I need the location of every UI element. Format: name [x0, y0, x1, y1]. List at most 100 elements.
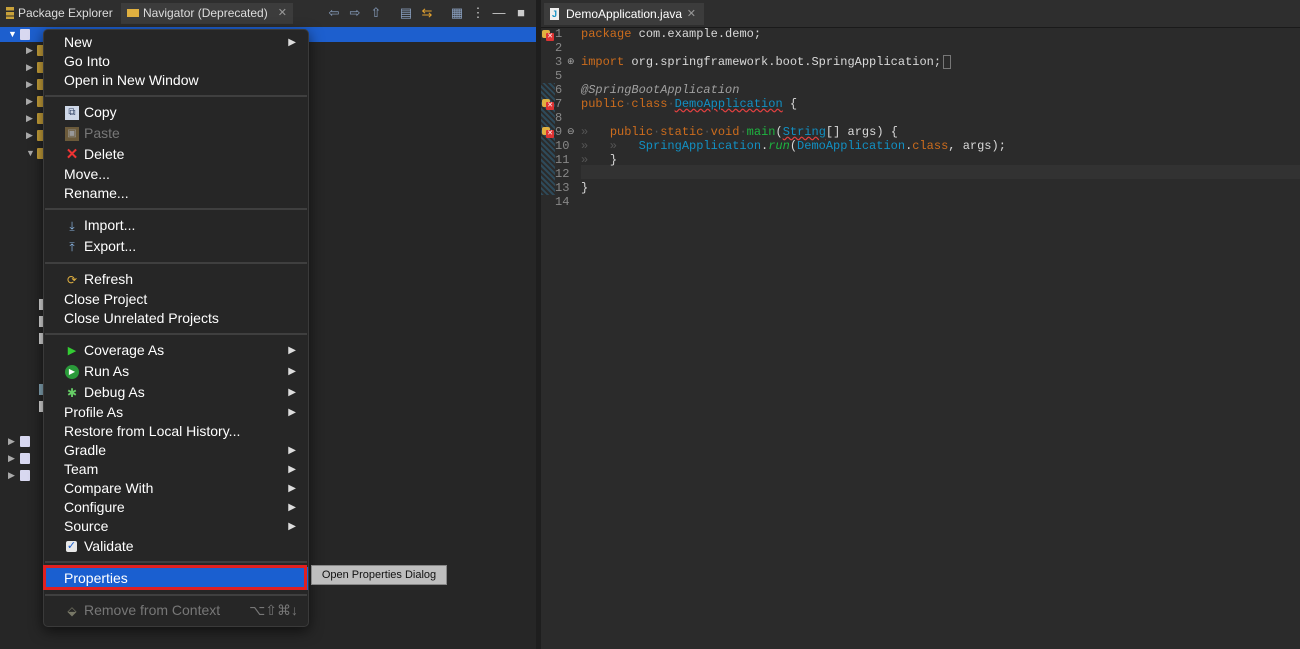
shortcut-label: ⌥⇧⌘↓: [249, 602, 298, 618]
context-menu: New ▶ Go Into Open in New Window ⧉ Copy ▣ P…: [43, 29, 309, 627]
close-icon[interactable]: ✕: [687, 3, 696, 25]
menu-label: Delete: [84, 146, 125, 162]
collapsed-arrow-icon[interactable]: ▶: [26, 113, 33, 124]
link-editor-icon[interactable]: ⇆: [419, 5, 435, 21]
code-token: static: [660, 125, 704, 139]
collapsed-arrow-icon[interactable]: ▶: [8, 470, 15, 481]
menu-item-open-new-window[interactable]: Open in New Window: [44, 71, 308, 90]
menu-item-go-into[interactable]: Go Into: [44, 52, 308, 71]
collapsed-arrow-icon[interactable]: ▶: [26, 130, 33, 141]
menu-label: Copy: [84, 104, 117, 120]
menu-item-close-unrelated[interactable]: Close Unrelated Projects: [44, 309, 308, 328]
line-number: 2: [555, 41, 563, 55]
minimize-icon[interactable]: —: [491, 5, 507, 21]
collapsed-arrow-icon[interactable]: ▶: [26, 45, 33, 56]
submenu-arrow-icon: ▶: [288, 445, 296, 456]
menu-item-close-project[interactable]: Close Project: [44, 290, 308, 309]
menu-item-gradle[interactable]: Gradle ▶: [44, 441, 308, 460]
error-marker-icon[interactable]: ✕: [542, 30, 554, 41]
error-marker-icon[interactable]: ✕: [542, 99, 554, 110]
menu-item-validate[interactable]: ✓ Validate: [44, 537, 308, 556]
menu-item-compare-with[interactable]: Compare With ▶: [44, 479, 308, 498]
filter-icon[interactable]: ▦: [449, 5, 465, 21]
menu-item-move[interactable]: Move...: [44, 165, 308, 184]
code-token: class: [631, 97, 668, 111]
tab-navigator[interactable]: Navigator (Deprecated) ✕: [121, 3, 293, 24]
menu-item-delete[interactable]: ✕ Delete: [44, 145, 308, 164]
menu-label: New: [64, 34, 93, 50]
submenu-arrow-icon: ▶: [288, 464, 296, 475]
expand-arrow-icon[interactable]: ▼: [8, 29, 17, 39]
collapsed-arrow-icon[interactable]: ▶: [26, 79, 33, 90]
menu-item-refresh[interactable]: ⟳ Refresh: [44, 270, 308, 289]
code-token: class: [912, 139, 949, 153]
menu-item-coverage-as[interactable]: ▶ Coverage As ▶: [44, 341, 308, 360]
menu-item-configure[interactable]: Configure ▶: [44, 498, 308, 517]
fold-icon[interactable]: ⊖: [567, 126, 575, 137]
menu-separator: [45, 208, 307, 210]
back-arrow-icon[interactable]: ⇦: [326, 5, 342, 21]
coverage-icon: ▶: [67, 345, 77, 357]
debug-icon: ✱: [66, 386, 78, 400]
tab-demoapplication-java[interactable]: J DemoApplication.java ✕: [544, 3, 704, 25]
menu-label: Configure: [64, 499, 125, 515]
maximize-icon[interactable]: ■: [513, 5, 529, 21]
package-explorer-icon: [6, 6, 14, 19]
menu-label: Open in New Window: [64, 72, 199, 88]
menu-label: Debug As: [84, 384, 145, 400]
menu-item-profile-as[interactable]: Profile As ▶: [44, 403, 308, 422]
line-number: 8: [555, 111, 563, 125]
menu-label: Compare With: [64, 480, 154, 496]
expanded-arrow-icon[interactable]: ▼: [26, 148, 35, 158]
menu-item-import[interactable]: ⤓ Import...: [44, 216, 308, 235]
up-icon[interactable]: ⇧: [368, 5, 384, 21]
collapsed-arrow-icon[interactable]: ▶: [8, 453, 15, 464]
line-number: 6: [555, 83, 563, 97]
java-editor[interactable]: J DemoApplication.java ✕ ✕ ✕ ✕ 1 2 3 ⊕ 5…: [541, 0, 1300, 649]
project-icon: [20, 29, 30, 40]
remove-context-icon: ⬙: [67, 604, 77, 618]
collapsed-arrow-icon[interactable]: ▶: [8, 436, 15, 447]
fold-icon[interactable]: ⊕: [567, 56, 575, 67]
close-icon[interactable]: ✕: [278, 3, 287, 24]
menu-item-team[interactable]: Team ▶: [44, 460, 308, 479]
forward-arrow-icon[interactable]: ⇨: [347, 5, 363, 21]
folded-marker[interactable]: [943, 55, 952, 69]
error-marker-icon[interactable]: ✕: [542, 127, 554, 138]
submenu-arrow-icon: ▶: [288, 345, 296, 356]
menu-item-new[interactable]: New ▶: [44, 33, 308, 52]
menu-item-restore-history[interactable]: Restore from Local History...: [44, 422, 308, 441]
menu-item-copy[interactable]: ⧉ Copy: [44, 103, 308, 122]
code-token: org.springframework.boot.SpringApplicati…: [624, 55, 942, 70]
code-line-6: @SpringBootApplication: [581, 83, 740, 97]
menu-label: Close Project: [64, 291, 148, 307]
menu-label: Restore from Local History...: [64, 423, 241, 439]
whitespace-dot: ·: [667, 97, 675, 111]
menu-item-paste[interactable]: ▣ Paste: [44, 124, 308, 143]
menu-item-remove-context[interactable]: ⬙ Remove from Context ⌥⇧⌘↓: [44, 601, 308, 620]
menu-item-rename[interactable]: Rename...: [44, 184, 308, 203]
code-token: (: [789, 139, 798, 153]
menu-separator: [45, 594, 307, 596]
quick-diff-bar: [541, 27, 555, 223]
code-line-1: package com.example.demo;: [581, 27, 761, 41]
menu-separator: [45, 561, 307, 563]
menu-label: Remove from Context: [84, 602, 221, 618]
tab-package-explorer[interactable]: Package Explorer: [0, 3, 118, 24]
menu-item-export[interactable]: ⤒ Export...: [44, 237, 308, 256]
menu-item-source[interactable]: Source ▶: [44, 517, 308, 536]
menu-label: Team: [64, 461, 99, 477]
menu-label: Validate: [84, 538, 134, 554]
collapse-all-icon[interactable]: ▤: [398, 5, 414, 21]
project-icon: [20, 470, 30, 481]
collapsed-arrow-icon[interactable]: ▶: [26, 62, 33, 73]
whitespace-dot: ·: [703, 125, 711, 139]
collapsed-arrow-icon[interactable]: ▶: [26, 96, 33, 107]
menu-item-run-as[interactable]: ▶ Run As ▶: [44, 362, 308, 381]
menu-item-debug-as[interactable]: ✱ Debug As ▶: [44, 383, 308, 402]
menu-label: Go Into: [64, 53, 110, 69]
view-menu-icon[interactable]: ⋮: [470, 5, 486, 21]
code-token: SpringApplication: [638, 139, 762, 153]
editor-tabbar: J DemoApplication.java ✕: [541, 0, 1300, 28]
menu-label: Source: [64, 518, 109, 534]
